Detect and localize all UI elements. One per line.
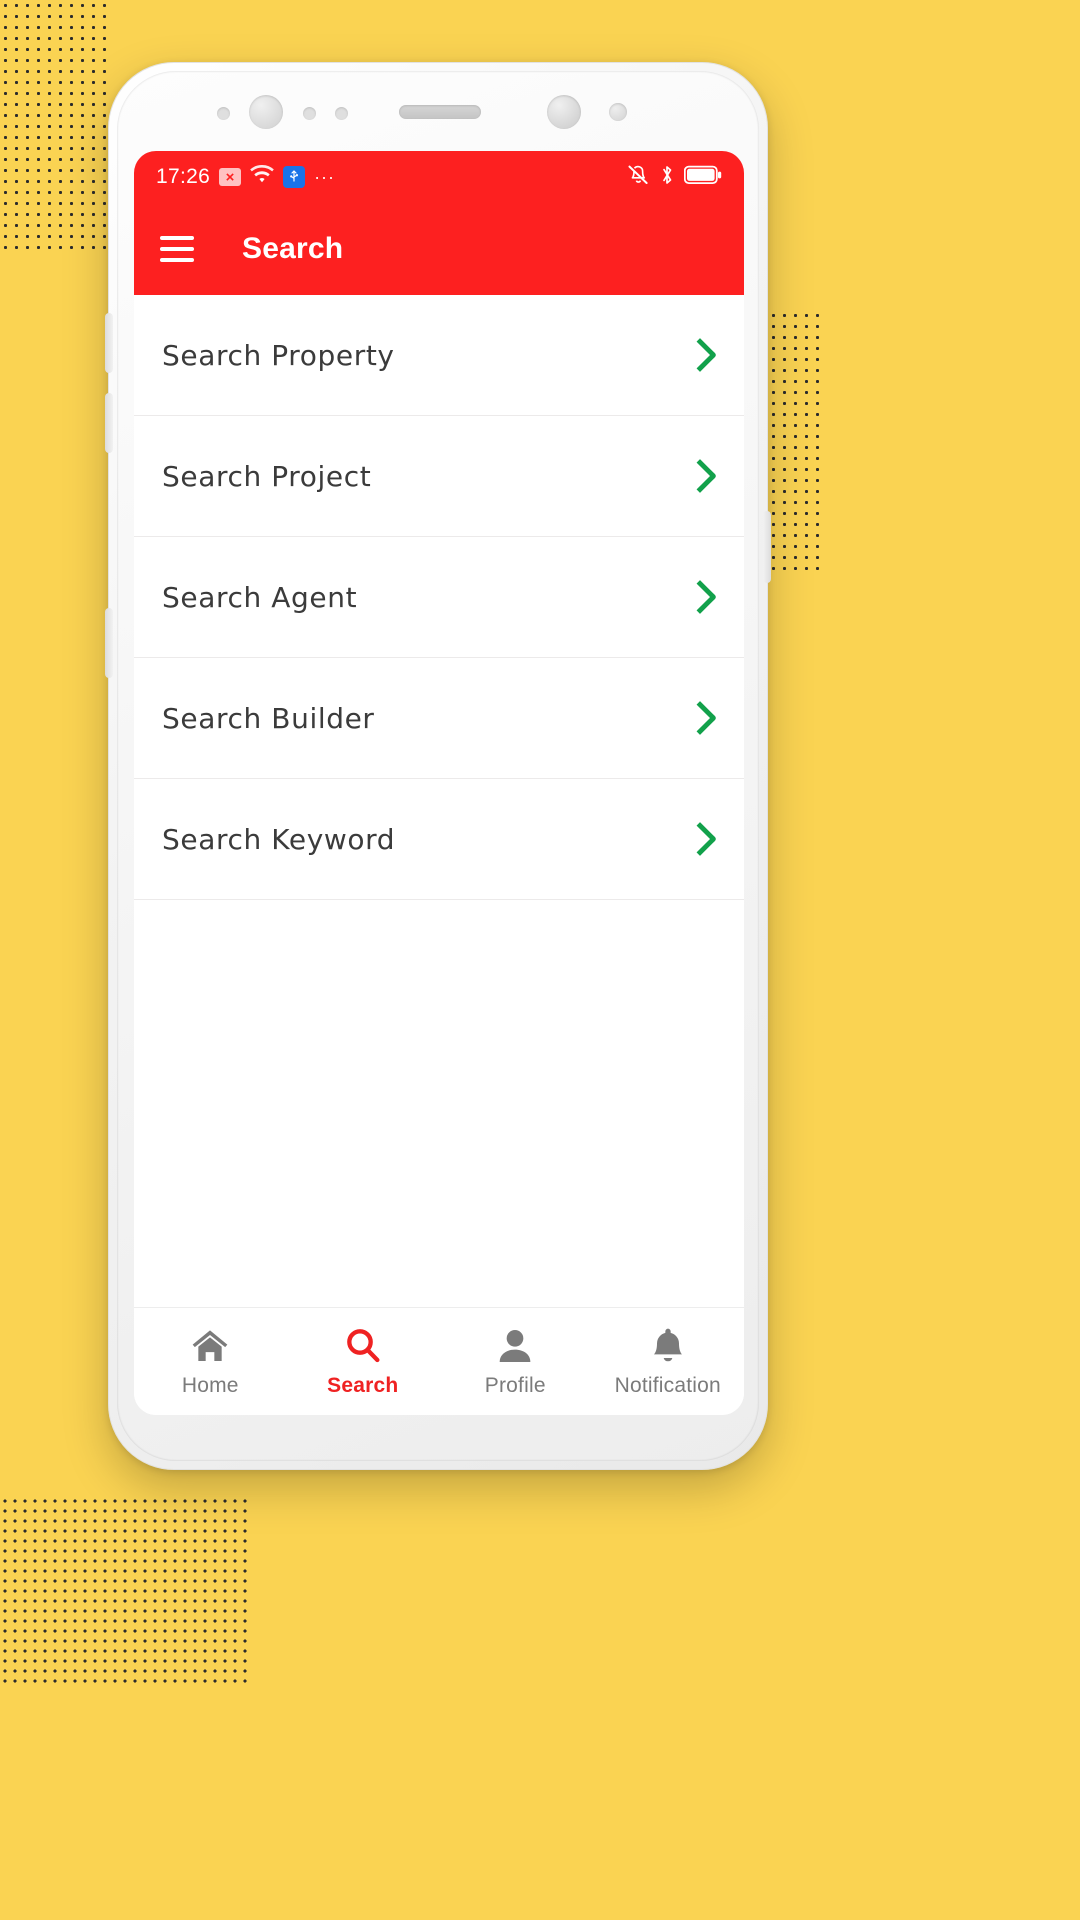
search-icon xyxy=(342,1325,384,1367)
nav-item-label: Notification xyxy=(614,1374,721,1397)
hamburger-line xyxy=(160,258,194,262)
list-item-search-project[interactable]: Search Project xyxy=(134,416,744,537)
list-item-search-property[interactable]: Search Property xyxy=(134,295,744,416)
assistant-button[interactable] xyxy=(105,608,113,678)
chevron-right-icon[interactable] xyxy=(683,822,717,856)
sim-error-icon xyxy=(219,168,242,186)
iris-sensor-icon xyxy=(335,107,348,120)
hamburger-line xyxy=(160,236,194,240)
front-camera-icon xyxy=(547,95,581,129)
nav-item-label: Profile xyxy=(484,1374,546,1397)
status-bar-clock: 17:26 xyxy=(156,165,211,188)
wifi-icon xyxy=(250,164,274,190)
list-item-label: Search Project xyxy=(162,459,372,493)
power-button[interactable] xyxy=(763,511,771,583)
nav-item-search[interactable]: Search xyxy=(287,1308,440,1415)
front-camera-secondary-icon xyxy=(249,95,283,129)
bottom-navigation-bar: Home Search Profile Notification xyxy=(134,1307,744,1415)
search-options-list: Search Property Search Project Search Ag… xyxy=(134,295,744,1307)
home-icon xyxy=(189,1325,231,1367)
list-item-label: Search Property xyxy=(162,338,395,372)
chevron-right-icon[interactable] xyxy=(683,338,717,372)
bluetooth-icon xyxy=(660,164,674,191)
chevron-right-icon[interactable] xyxy=(683,580,717,614)
phone-screen: 17:26 ··· xyxy=(134,151,744,1415)
nav-item-label: Search xyxy=(327,1374,399,1397)
app-bar: Search xyxy=(134,203,744,295)
list-item-search-agent[interactable]: Search Agent xyxy=(134,537,744,658)
volume-up-button[interactable] xyxy=(105,313,113,373)
nav-item-home[interactable]: Home xyxy=(134,1308,287,1415)
page-title: Search xyxy=(242,232,344,265)
person-icon xyxy=(494,1325,536,1367)
phone-mockup: 17:26 ··· xyxy=(105,62,771,1470)
more-icon: ··· xyxy=(314,167,336,187)
light-sensor-icon xyxy=(303,107,316,120)
decorative-dot-pattern-bottom-left xyxy=(0,1496,248,1686)
usb-icon xyxy=(283,166,306,188)
mute-bell-icon xyxy=(626,164,650,191)
status-bar-right-group xyxy=(626,164,722,191)
phone-bottom-bezel xyxy=(117,1413,759,1461)
list-item-label: Search Agent xyxy=(162,580,358,614)
list-item-search-builder[interactable]: Search Builder xyxy=(134,658,744,779)
led-indicator-icon xyxy=(609,103,627,121)
chevron-right-icon[interactable] xyxy=(683,701,717,735)
earpiece-speaker-icon xyxy=(399,105,481,119)
volume-down-button[interactable] xyxy=(105,393,113,453)
list-item-label: Search Builder xyxy=(162,701,375,735)
nav-item-profile[interactable]: Profile xyxy=(439,1308,592,1415)
nav-item-label: Home xyxy=(181,1374,239,1397)
decorative-dot-pattern-top-left xyxy=(0,0,112,252)
chevron-right-icon[interactable] xyxy=(683,459,717,493)
battery-icon xyxy=(683,165,722,190)
proximity-sensor-icon xyxy=(217,107,230,120)
hamburger-menu-icon[interactable] xyxy=(160,236,194,262)
status-bar: 17:26 ··· xyxy=(134,151,744,203)
status-bar-left-group: 17:26 ··· xyxy=(156,164,336,190)
phone-top-bezel xyxy=(117,71,759,151)
hamburger-line xyxy=(160,247,194,251)
list-item-search-keyword[interactable]: Search Keyword xyxy=(134,779,744,900)
list-item-label: Search Keyword xyxy=(162,822,396,856)
bell-icon xyxy=(647,1325,689,1367)
decorative-dot-pattern-mid-right xyxy=(768,310,824,570)
nav-item-notification[interactable]: Notification xyxy=(592,1308,745,1415)
